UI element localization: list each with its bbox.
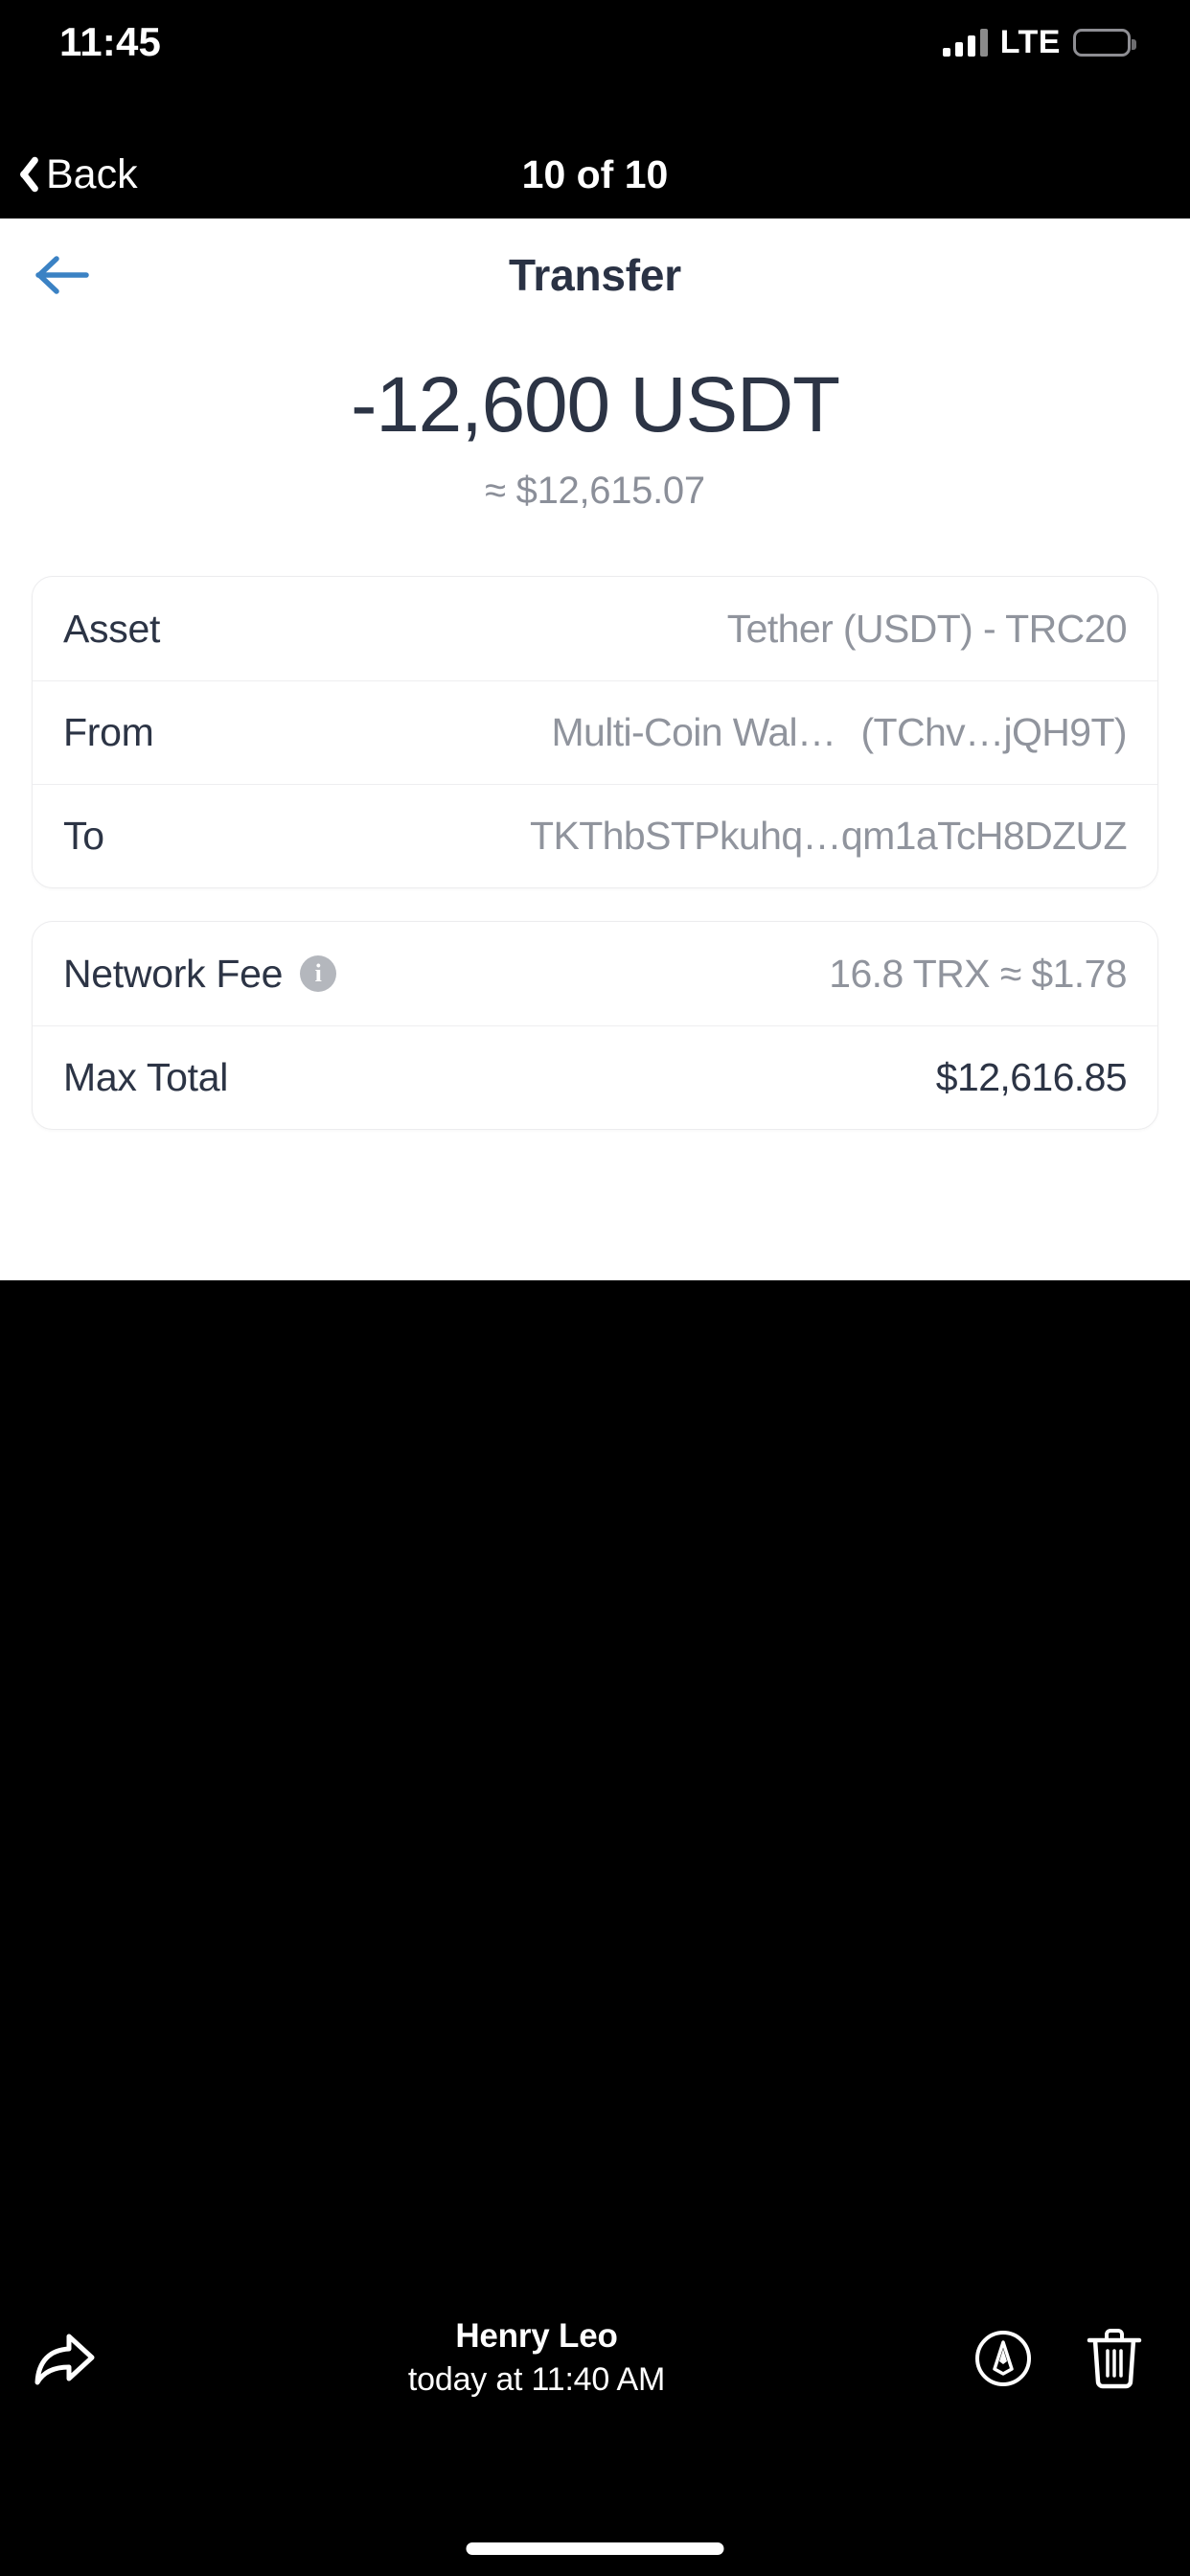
status-bar-indicators: LTE [942, 23, 1136, 61]
amount-primary: -12,600 USDT [351, 361, 840, 448]
battery-icon [1073, 28, 1136, 57]
transfer-details-card: Asset Tether (USDT) - TRC20 From Multi-C… [32, 576, 1158, 888]
fee-summary-card: Network Fee i 16.8 TRX ≈ $1.78 Max Total… [32, 921, 1158, 1130]
cellular-signal-icon [942, 28, 988, 57]
photo-viewer-navbar: Back 10 of 10 [0, 134, 1190, 215]
table-row-to[interactable]: To TKThbSTPkuhq…qm1aTcH8DZUZ [33, 784, 1157, 887]
toolbar-row: Henry Leo today at 11:40 AM [0, 2317, 1190, 2399]
row-label-network-fee: Network Fee i [63, 951, 337, 997]
row-label-to: To [63, 814, 104, 858]
share-forward-arrow-icon [34, 2334, 95, 2384]
row-label-asset: Asset [63, 606, 161, 651]
table-row-network-fee[interactable]: Network Fee i 16.8 TRX ≈ $1.78 [33, 922, 1157, 1025]
toolbar-actions [973, 2327, 1163, 2390]
app-back-button[interactable] [0, 254, 125, 296]
table-row-from[interactable]: From Multi-Coin Wal… (TChv…jQH9T) [33, 680, 1157, 784]
row-label-from: From [63, 710, 154, 754]
share-button[interactable] [27, 2323, 100, 2394]
photo-timestamp: today at 11:40 AM [407, 2361, 666, 2398]
screen-root: 11:45 LTE Back 10 of 10 Transfer -12,600… [0, 0, 1190, 2576]
row-value-asset: Tether (USDT) - TRC20 [726, 606, 1128, 651]
app-screenshot-content: Transfer -12,600 USDT ≈ $12,615.07 Asset… [0, 218, 1190, 1280]
row-value-network-fee: 16.8 TRX ≈ $1.78 [829, 951, 1127, 996]
info-icon[interactable]: i [300, 955, 337, 992]
delete-button[interactable] [1087, 2327, 1142, 2390]
chevron-left-icon [10, 152, 34, 196]
status-bar-time: 11:45 [59, 19, 162, 64]
row-value-from-group: Multi-Coin Wal… (TChv…jQH9T) [551, 710, 1127, 755]
row-label-network-fee-text: Network Fee [63, 951, 284, 996]
viewer-back-label: Back [46, 150, 138, 197]
table-row-asset[interactable]: Asset Tether (USDT) - TRC20 [33, 577, 1157, 680]
amount-secondary: ≈ $12,615.07 [485, 470, 705, 512]
network-type-label: LTE [999, 23, 1061, 60]
app-header: Transfer [0, 218, 1190, 332]
photo-metadata: Henry Leo today at 11:40 AM [100, 2317, 973, 2399]
status-bar: 11:45 LTE [0, 0, 1190, 84]
photo-counter: 10 of 10 [521, 151, 669, 196]
page-title: Transfer [509, 250, 681, 300]
amount-section: -12,600 USDT ≈ $12,615.07 [0, 366, 1190, 513]
table-row-max-total[interactable]: Max Total $12,616.85 [33, 1025, 1157, 1129]
row-value-from-address: (TChv…jQH9T) [860, 710, 1127, 754]
photo-author-name: Henry Leo [455, 2317, 618, 2355]
arrow-left-icon [35, 256, 89, 294]
photo-viewer-toolbar: Henry Leo today at 11:40 AM [0, 1280, 1190, 2576]
row-value-max-total: $12,616.85 [935, 1055, 1128, 1099]
trash-icon [1087, 2328, 1142, 2388]
markup-pen-circle-icon [975, 2330, 1031, 2386]
viewer-back-button[interactable]: Back [0, 151, 138, 198]
row-label-max-total: Max Total [63, 1055, 229, 1099]
markup-button[interactable] [973, 2329, 1033, 2388]
home-indicator [466, 2542, 724, 2555]
row-value-from-wallet: Multi-Coin Wal… [551, 710, 836, 754]
row-value-to-address: TKThbSTPkuhq…qm1aTcH8DZUZ [530, 814, 1128, 858]
